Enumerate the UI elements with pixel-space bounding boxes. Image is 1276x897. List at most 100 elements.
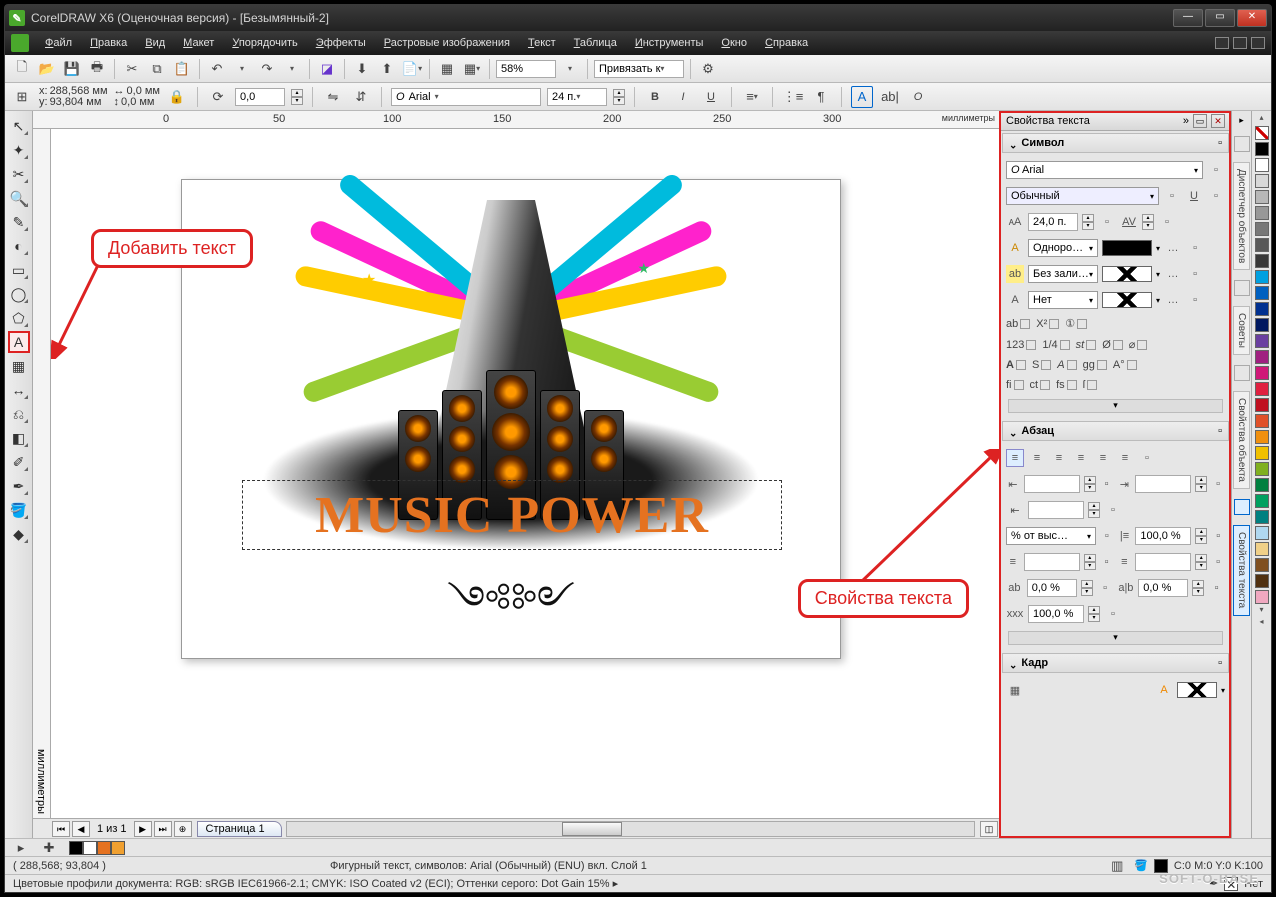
vertical-ruler[interactable]: миллиметры <box>33 129 51 818</box>
maximize-button[interactable]: ▭ <box>1205 9 1235 27</box>
outline-type-dropdown[interactable]: Нет <box>1028 291 1098 309</box>
swatch[interactable] <box>1255 590 1269 604</box>
swatch[interactable] <box>1255 398 1269 412</box>
snap-to-dropdown[interactable]: Привязать к <box>594 60 684 78</box>
swatch[interactable] <box>1255 414 1269 428</box>
palette-up-button[interactable]: ▴ <box>1255 113 1269 125</box>
swatch[interactable] <box>1255 334 1269 348</box>
smart-fill-tool[interactable]: ◐ <box>8 235 30 257</box>
bullets-button[interactable]: ⋮≡ <box>782 86 804 108</box>
export-button[interactable]: ⬆ <box>376 58 398 80</box>
welcome-button[interactable]: ▦ <box>461 58 483 80</box>
align-justify-button[interactable]: ≡ <box>1094 449 1112 467</box>
fontsize-down[interactable]: ▾ <box>613 97 625 105</box>
rotation-down[interactable]: ▾ <box>291 97 303 105</box>
swatch[interactable] <box>1255 574 1269 588</box>
doc-swatch[interactable] <box>111 841 125 855</box>
redo-history-button[interactable] <box>281 58 303 80</box>
connector-tool[interactable]: ⎌ <box>8 403 30 425</box>
swatch[interactable] <box>1255 206 1269 220</box>
italic-button[interactable]: I <box>672 86 694 108</box>
shape-tool[interactable]: ✦ <box>8 139 30 161</box>
outline-color-swatch[interactable] <box>1102 292 1152 308</box>
before-spacing-input[interactable] <box>1024 553 1080 571</box>
paste-button[interactable]: 📋 <box>171 58 193 80</box>
text-props-icon[interactable] <box>1234 499 1250 515</box>
freehand-tool[interactable]: ✎ <box>8 211 30 233</box>
swatch[interactable] <box>1255 318 1269 332</box>
mdi-minimize-button[interactable] <box>1215 37 1229 49</box>
hints-icon[interactable] <box>1234 280 1250 296</box>
word-spacing-input[interactable] <box>1138 579 1188 597</box>
new-button[interactable]: 🗋 <box>11 58 33 80</box>
align-center-button[interactable]: ≡ <box>1050 449 1068 467</box>
section-frame-header[interactable]: Кадр▫ <box>1002 653 1229 673</box>
swatch[interactable] <box>1255 142 1269 156</box>
zoom-input[interactable] <box>496 60 556 78</box>
first-indent-input[interactable] <box>1028 501 1084 519</box>
swatch[interactable] <box>1255 270 1269 284</box>
align-right-button[interactable]: ≡ <box>1072 449 1090 467</box>
undo-button[interactable]: ↶ <box>206 58 228 80</box>
rotation-up[interactable]: ▴ <box>291 89 303 97</box>
page-prev-button[interactable]: ◀ <box>72 821 90 837</box>
docker-titlebar[interactable]: Свойства текста » ▭ ✕ <box>1000 111 1231 131</box>
open-button[interactable]: 📂 <box>36 58 58 80</box>
fill-type-dropdown[interactable]: Одноро… <box>1028 239 1098 257</box>
menu-help[interactable]: Справка <box>757 34 816 52</box>
menu-arrange[interactable]: Упорядочить <box>224 34 305 52</box>
docker-underline-button[interactable]: U <box>1185 187 1203 205</box>
dropcap-button[interactable]: ¶ <box>810 86 832 108</box>
cut-button[interactable]: ✂ <box>121 58 143 80</box>
edit-text-button[interactable]: ab| <box>879 86 901 108</box>
page-add-button[interactable]: ⊕ <box>174 821 192 837</box>
swatch[interactable] <box>1255 430 1269 444</box>
align-left-button[interactable]: ≡ <box>1028 449 1046 467</box>
swatch[interactable] <box>1255 286 1269 300</box>
doc-swatch[interactable] <box>97 841 111 855</box>
swatch[interactable] <box>1255 446 1269 460</box>
swatch[interactable] <box>1255 190 1269 204</box>
text-tool[interactable]: A <box>8 331 30 353</box>
docker-font-dropdown[interactable]: O Arial <box>1006 161 1203 179</box>
docker-size-input[interactable] <box>1028 213 1078 231</box>
menu-text[interactable]: Текст <box>520 34 564 52</box>
tab-object-properties[interactable]: Свойства объекта <box>1233 391 1250 489</box>
print-button[interactable]: 🖶 <box>86 58 108 80</box>
text-align-button[interactable]: ≡ <box>741 86 763 108</box>
bold-button[interactable]: B <box>644 86 666 108</box>
page-last-button[interactable]: ⏭ <box>154 821 172 837</box>
palette-flyout-button[interactable]: ◂ <box>1255 617 1269 629</box>
mdi-restore-button[interactable] <box>1233 37 1247 49</box>
doc-swatch[interactable] <box>69 841 83 855</box>
section-symbol-header[interactable]: Символ▫ <box>1002 133 1229 153</box>
horizontal-ruler[interactable]: 0 50 100 150 200 250 300 миллиметры <box>33 111 999 129</box>
options-button[interactable]: ⚙ <box>697 58 719 80</box>
swatch[interactable] <box>1255 558 1269 572</box>
swatch[interactable] <box>1255 382 1269 396</box>
font-size-dropdown[interactable]: 24 п. <box>547 88 607 106</box>
canvas[interactable]: ★ ★ ★ ★ <box>51 129 999 818</box>
menu-tools[interactable]: Инструменты <box>627 34 712 52</box>
zoom-dropdown[interactable] <box>559 58 581 80</box>
frame-bg-swatch[interactable] <box>1177 682 1217 698</box>
lock-ratio-button[interactable]: 🔒 <box>166 86 188 108</box>
swatch[interactable] <box>1255 350 1269 364</box>
text-direction-button[interactable]: O <box>907 86 929 108</box>
tab-hints[interactable]: Советы <box>1233 306 1250 355</box>
docker-close-button[interactable]: ✕ <box>1211 114 1225 128</box>
swatch[interactable] <box>1255 478 1269 492</box>
menu-edit[interactable]: Правка <box>82 34 135 52</box>
ellipse-tool[interactable]: ◯ <box>8 283 30 305</box>
char-format-button[interactable]: A <box>851 86 873 108</box>
mirror-h-button[interactable]: ⇋ <box>322 86 344 108</box>
swatch[interactable] <box>1255 542 1269 556</box>
swatch[interactable] <box>1255 510 1269 524</box>
mirror-v-button[interactable]: ⇵ <box>350 86 372 108</box>
bgfill-color-swatch[interactable] <box>1102 266 1152 282</box>
doc-swatch[interactable] <box>83 841 97 855</box>
swatch[interactable] <box>1255 494 1269 508</box>
docker-expand-button[interactable]: ▭ <box>1193 114 1207 128</box>
import-button[interactable]: ⬇ <box>351 58 373 80</box>
crop-tool[interactable]: ✂ <box>8 163 30 185</box>
